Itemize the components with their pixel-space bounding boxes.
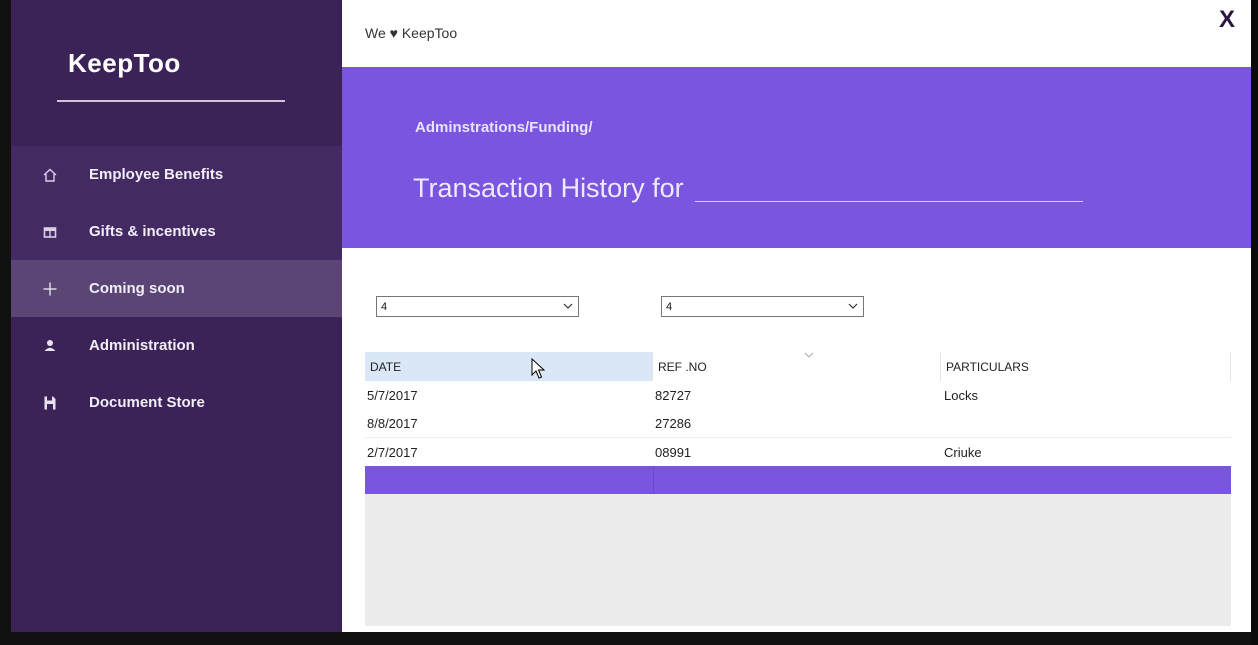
header-banner: Adminstrations/Funding/ Transaction Hist…	[342, 67, 1251, 248]
column-header-particulars[interactable]: PARTICULARS	[941, 352, 1231, 381]
table-row[interactable]: 2/7/2017 08991 Criuke	[365, 438, 1231, 466]
filter-combo-2[interactable]: 4	[661, 296, 864, 317]
column-divider	[653, 466, 654, 494]
sidebar-item-gifts-incentives[interactable]: Gifts & incentives	[11, 203, 342, 260]
gift-icon	[11, 224, 89, 240]
transaction-grid[interactable]: DATE REF .NO PARTICULARS 5/7/2017 82727 …	[365, 352, 1231, 626]
close-button[interactable]: X	[1219, 6, 1235, 34]
sidebar-item-label: Employee Benefits	[89, 166, 224, 183]
title-underline	[695, 201, 1083, 202]
cell-ref-no: 82727	[655, 387, 692, 403]
window-edge	[1251, 0, 1258, 645]
chevron-down-icon	[563, 303, 573, 309]
cell-date: 8/8/2017	[367, 415, 418, 431]
cell-particulars: Locks	[944, 387, 978, 403]
filter-combo-2-value: 4	[666, 300, 673, 313]
chevron-down-icon	[848, 303, 858, 309]
brand-divider	[57, 100, 285, 102]
sidebar-item-employee-benefits[interactable]: Employee Benefits	[11, 146, 342, 203]
table-row[interactable]: 5/7/2017 82727 Locks	[365, 381, 1231, 409]
sidebar-item-coming-soon[interactable]: Coming soon	[11, 260, 342, 317]
top-bar: We ♥ KeepToo X	[342, 0, 1251, 67]
sidebar-item-label: Document Store	[89, 394, 205, 411]
cell-particulars	[942, 409, 944, 437]
filter-combo-1[interactable]: 4	[376, 296, 579, 317]
sort-caret-icon	[804, 352, 814, 358]
home-icon	[11, 167, 89, 183]
brand-logo-text: KeepToo	[68, 48, 181, 78]
column-header-ref-no[interactable]: REF .NO	[653, 352, 941, 381]
page-title: Transaction History for	[413, 173, 684, 203]
save-icon	[11, 395, 89, 411]
mouse-cursor-icon	[531, 358, 545, 379]
cell-ref-no: 27286	[655, 415, 692, 431]
breadcrumb: Adminstrations/Funding/	[415, 119, 593, 136]
sidebar-item-document-store[interactable]: Document Store	[11, 374, 342, 431]
sidebar-item-administration[interactable]: Administration	[11, 317, 342, 374]
table-row[interactable]: 8/8/2017 27286	[365, 409, 1231, 437]
brand-area: KeepToo	[11, 0, 342, 146]
column-header-date[interactable]: DATE	[365, 352, 653, 381]
sidebar-item-label: Coming soon	[89, 280, 185, 297]
cell-date: 2/7/2017	[367, 444, 418, 460]
cell-particulars: Criuke	[944, 444, 982, 460]
new-row-placeholder[interactable]	[365, 466, 1231, 494]
tagline: We ♥ KeepToo	[365, 25, 458, 41]
filter-combo-1-value: 4	[381, 300, 388, 313]
sidebar: KeepToo Employee Benefits Gifts & incent…	[11, 0, 342, 632]
sidebar-item-label: Administration	[89, 337, 195, 354]
plus-icon	[11, 281, 89, 297]
person-icon	[11, 338, 89, 354]
cell-ref-no: 08991	[655, 444, 692, 460]
sidebar-item-label: Gifts & incentives	[89, 223, 216, 240]
cell-date: 5/7/2017	[367, 387, 418, 403]
